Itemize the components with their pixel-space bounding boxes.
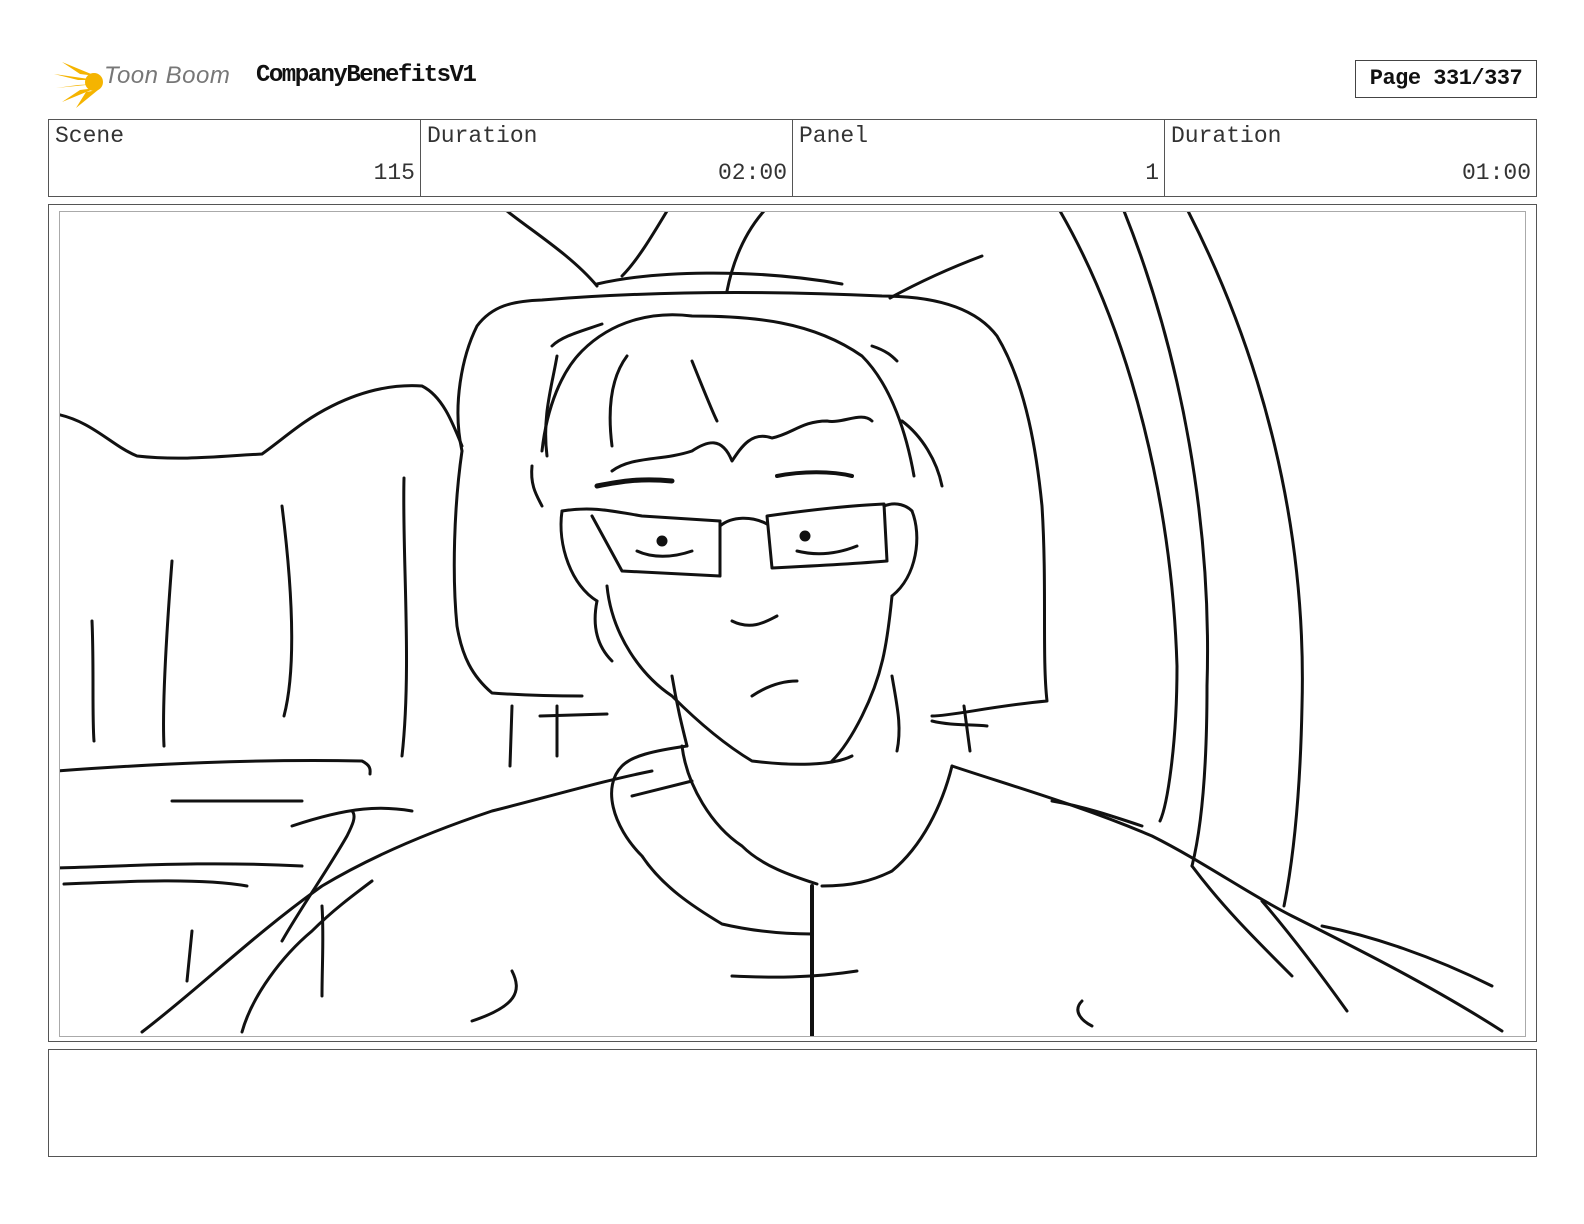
panel-duration-cell: Duration 01:00: [1165, 120, 1536, 196]
panel-label: Panel: [799, 123, 869, 149]
left-hand-detail: [470, 969, 518, 1023]
scene-label: Scene: [55, 123, 125, 149]
collar-left: [680, 744, 819, 886]
mouth: [750, 679, 799, 698]
hair-strand-3: [530, 464, 544, 508]
seat-line-3: [280, 504, 294, 718]
left-eye-pupil: [656, 535, 668, 547]
project-title: CompanyBenefitsV1: [256, 62, 477, 89]
panel-caption-box: [48, 1049, 1537, 1157]
window-arc-1: [1058, 212, 1179, 823]
scene-duration-label: Duration: [427, 123, 538, 149]
hair-line-left: [608, 354, 629, 448]
storyboard-frame: [48, 204, 1537, 1042]
armrest-line: [60, 759, 372, 776]
hair-top-halo: [595, 271, 844, 286]
glasses-bridge: [718, 516, 769, 528]
headrest-left: [452, 449, 584, 698]
headrest-post-right-detail: [930, 719, 989, 728]
headrest-post-1: [508, 704, 514, 768]
face-left-edge: [593, 599, 614, 663]
page-indicator: Page 331/337: [1355, 60, 1537, 98]
headrest-post-detail: [538, 712, 609, 718]
panel-info-table: Scene 115 Duration 02:00 Panel 1 Duratio…: [48, 119, 1537, 197]
right-arm-line-2: [1260, 899, 1349, 1013]
right-shoulder: [950, 764, 1504, 1033]
scene-cell: Scene 115: [49, 120, 421, 196]
scene-duration-value: 02:00: [717, 160, 787, 186]
right-eye-pupil: [799, 530, 811, 542]
scene-duration-cell: Duration 02:00: [421, 120, 793, 196]
seat-belt-line: [280, 809, 356, 943]
seat-line-4: [400, 476, 409, 758]
seat-base-line-2: [62, 879, 249, 888]
strap-detail: [630, 779, 694, 798]
left-arm-line: [240, 879, 374, 1034]
sketch-drawing: [60, 212, 1504, 1036]
hair-fringe: [610, 415, 874, 473]
seat-line-1: [162, 559, 174, 748]
seat-belt-vertical: [320, 904, 325, 998]
seat-leg: [185, 929, 194, 983]
hair-strand-1: [550, 322, 604, 348]
panel-duration-label: Duration: [1171, 123, 1282, 149]
jaw-line-right: [830, 594, 894, 763]
headrest-outline: [456, 291, 1049, 718]
panel-duration-value: 01:00: [1461, 160, 1531, 186]
glasses-temple: [882, 502, 914, 513]
ceiling-line-2: [620, 212, 669, 278]
panel-cell: Panel 1: [793, 120, 1165, 196]
frame-safe-area: [59, 211, 1526, 1037]
jaw-line-left: [605, 584, 854, 766]
ceiling-line-4: [888, 254, 984, 300]
right-eyebrow: [775, 470, 854, 478]
seat-line-2: [90, 619, 96, 743]
starburst-icon: [54, 62, 103, 108]
left-eyebrow: [594, 477, 675, 489]
scene-number: 115: [373, 160, 415, 186]
panel-number: 1: [1145, 160, 1159, 186]
left-eye-lower: [635, 549, 694, 558]
neck-right: [890, 674, 901, 753]
back-seat-outline: [60, 384, 464, 460]
glasses-right-lens: [765, 502, 889, 570]
ceiling-line-1: [505, 212, 599, 288]
nose: [730, 614, 779, 627]
seat-base-line: [60, 862, 304, 870]
right-ear-outline: [890, 509, 919, 598]
shirt-pocket-line: [730, 969, 859, 979]
window-frame-bottom: [1320, 924, 1494, 988]
collar-right: [820, 764, 954, 888]
right-eye-lower: [795, 544, 859, 556]
logo-text: Toon Boom: [104, 62, 231, 89]
left-ear-outline: [559, 509, 599, 603]
glasses-bar: [560, 507, 722, 523]
glasses-left-lens: [590, 514, 722, 578]
hand-detail: [1076, 999, 1094, 1028]
hair-tuft: [870, 344, 899, 363]
ceiling-line-3: [725, 212, 766, 293]
neck-left: [670, 674, 689, 748]
hair-line-center: [690, 359, 719, 423]
